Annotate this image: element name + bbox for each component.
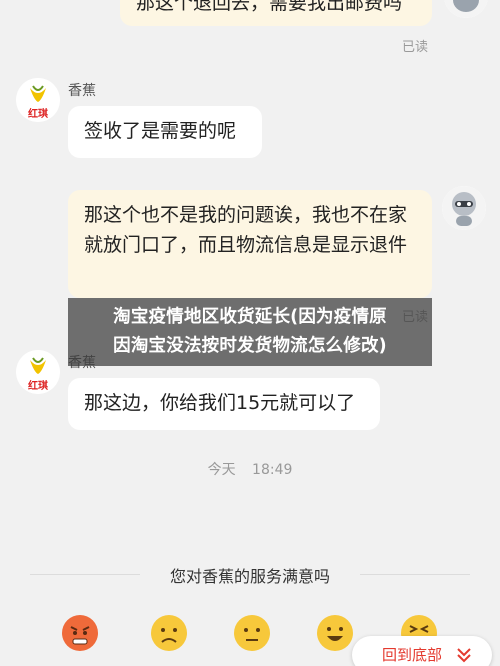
scroll-to-bottom-label: 回到底部: [382, 646, 443, 664]
message-bubble-seller[interactable]: 签收了是需要的呢: [68, 106, 262, 158]
caption-line-1: 淘宝疫情地区收货延长(因为疫情原: [113, 307, 387, 327]
seller-logo-text: 红琪: [28, 381, 48, 392]
robot-avatar-icon: [442, 186, 486, 230]
message-text: 签收了是需要的呢: [84, 120, 237, 142]
smiling-face-icon: [317, 615, 353, 651]
timestamp-time: 18:49: [252, 462, 293, 478]
sender-name: 香蕉: [68, 83, 96, 99]
caption-line-2: 因淘宝没法按时发货物流怎么修改): [113, 336, 387, 356]
read-status: 已读: [402, 40, 429, 55]
seller-logo-text: 红琪: [28, 109, 48, 120]
survey-title: 您对香蕉的服务满意吗: [169, 567, 330, 586]
rating-satisfied-button[interactable]: [316, 614, 354, 652]
caption-overlay: 淘宝疫情地区收货延长(因为疫情原 因淘宝没法按时发货物流怎么修改): [68, 298, 432, 366]
angry-face-icon: [62, 615, 98, 651]
robot-avatar-icon: [444, 0, 488, 18]
scroll-to-bottom-button[interactable]: 回到底部: [352, 636, 492, 666]
chat-timestamp: 今天 18:49: [0, 459, 500, 479]
message-text: 那这边，你给我们15元就可以了: [84, 392, 356, 414]
message-bubble-buyer[interactable]: 那这个也不是我的问题诶，我也不在家就放门口了，而且物流信息是显示退件: [68, 190, 432, 298]
message-bubble-seller[interactable]: 那这边，你给我们15元就可以了: [68, 378, 380, 430]
rating-neutral-button[interactable]: [233, 614, 271, 652]
double-chevron-down-icon: [457, 648, 471, 663]
timestamp-day: 今天: [207, 462, 236, 478]
neutral-face-icon: [234, 615, 270, 651]
sad-face-icon: [151, 615, 187, 651]
rating-unsatisfied-button[interactable]: [150, 614, 188, 652]
message-text: 那这个也不是我的问题诶，我也不在家就放门口了，而且物流信息是显示退件: [84, 204, 408, 256]
buyer-avatar[interactable]: [444, 0, 488, 18]
message-text: 那这个退回去，需要我出邮费吗: [136, 0, 403, 14]
buyer-avatar[interactable]: [442, 186, 486, 230]
message-bubble-buyer[interactable]: 那这个退回去，需要我出邮费吗: [120, 0, 432, 26]
rating-very-unsatisfied-button[interactable]: [61, 614, 99, 652]
